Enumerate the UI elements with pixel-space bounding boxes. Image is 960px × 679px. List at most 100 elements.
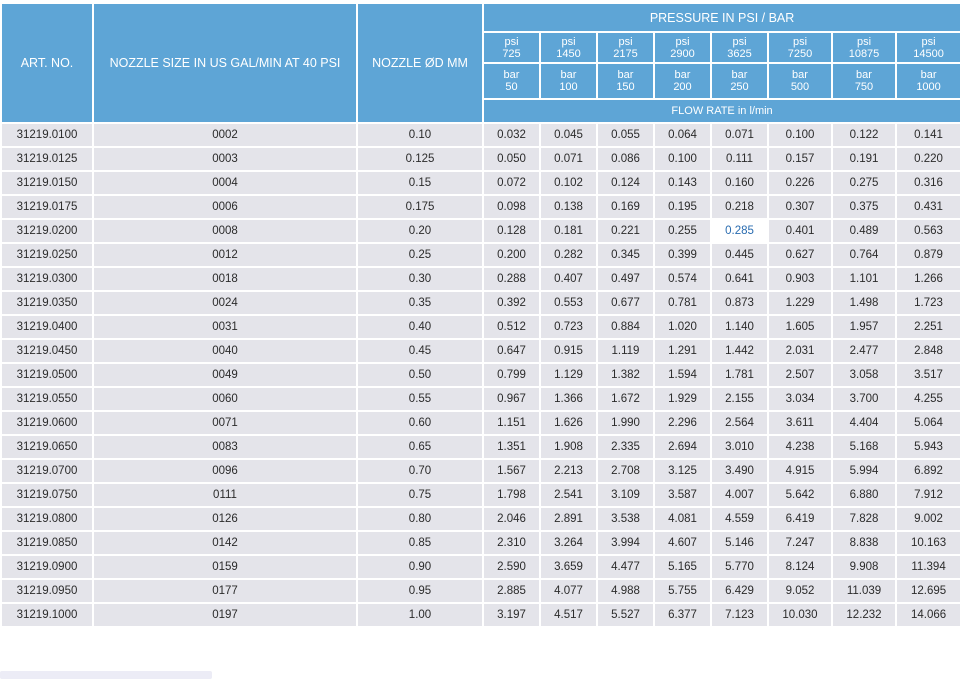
flow-rate-cell: 5.165 (655, 556, 710, 578)
art-no-cell: 31219.0900 (2, 556, 92, 578)
flow-rate-cell: 4.404 (833, 412, 895, 434)
psi-value: 10875 (848, 47, 880, 60)
art-no-cell: 31219.0650 (2, 436, 92, 458)
flow-rate-cell: 0.282 (541, 244, 596, 266)
header-psi-6: psi 10875 (833, 33, 895, 62)
nozzle-od-cell: 0.125 (358, 148, 482, 170)
flow-rate-cell: 0.191 (833, 148, 895, 170)
flow-rate-cell: 10.030 (769, 604, 831, 626)
flow-rate-cell: 0.873 (712, 292, 767, 314)
nozzle-size-cell: 0071 (94, 412, 356, 434)
nozzle-od-cell: 0.175 (358, 196, 482, 218)
flow-rate-cell: 0.195 (655, 196, 710, 218)
flow-rate-cell: 0.102 (541, 172, 596, 194)
flow-rate-cell: 3.109 (598, 484, 653, 506)
flow-rate-cell: 0.141 (897, 124, 960, 146)
flow-rate-cell: 0.098 (484, 196, 539, 218)
header-bar-7: bar 1000 (897, 64, 960, 98)
flow-rate-cell: 0.407 (541, 268, 596, 290)
flow-rate-cell: 3.538 (598, 508, 653, 530)
flow-rate-cell: 6.429 (712, 580, 767, 602)
header-bar-0: bar 50 (484, 64, 539, 98)
nozzle-size-cell: 0008 (94, 220, 356, 242)
nozzle-od-cell: 0.15 (358, 172, 482, 194)
art-no-cell: 31219.0400 (2, 316, 92, 338)
flow-rate-cell: 2.046 (484, 508, 539, 530)
flow-rate-cell: 0.226 (769, 172, 831, 194)
flow-rate-cell: 3.197 (484, 604, 539, 626)
flow-rate-cell: 1.140 (712, 316, 767, 338)
art-no-cell: 31219.0250 (2, 244, 92, 266)
header-psi-1: psi 1450 (541, 33, 596, 62)
psi-value: 2900 (670, 47, 695, 60)
art-no-cell: 31219.0550 (2, 388, 92, 410)
flow-rate-cell: 3.700 (833, 388, 895, 410)
nozzle-od-cell: 0.20 (358, 220, 482, 242)
flow-rate-cell: 4.077 (541, 580, 596, 602)
flow-rate-cell: 1.129 (541, 364, 596, 386)
nozzle-od-cell: 0.95 (358, 580, 482, 602)
flow-rate-cell: 3.010 (712, 436, 767, 458)
flow-rate-cell: 0.169 (598, 196, 653, 218)
nozzle-od-cell: 1.00 (358, 604, 482, 626)
flow-rate-table: ART. NO. NOZZLE SIZE IN US GAL/MIN AT 40… (0, 2, 960, 628)
flow-rate-cell: 12.695 (897, 580, 960, 602)
art-no-cell: 31219.0200 (2, 220, 92, 242)
nozzle-size-cell: 0040 (94, 340, 356, 362)
flow-rate-cell: 3.125 (655, 460, 710, 482)
flow-rate-cell: 1.101 (833, 268, 895, 290)
flow-rate-cell: 3.994 (598, 532, 653, 554)
art-no-cell: 31219.0850 (2, 532, 92, 554)
flow-rate-cell: 3.490 (712, 460, 767, 482)
flow-rate-cell: 0.307 (769, 196, 831, 218)
flow-rate-cell: 2.564 (712, 412, 767, 434)
flow-rate-cell: 7.828 (833, 508, 895, 530)
flow-rate-cell: 5.770 (712, 556, 767, 578)
flow-rate-cell: 4.915 (769, 460, 831, 482)
flow-rate-cell: 4.007 (712, 484, 767, 506)
flow-rate-cell: 1.020 (655, 316, 710, 338)
nozzle-size-cell: 0096 (94, 460, 356, 482)
nozzle-size-cell: 0002 (94, 124, 356, 146)
flow-rate-cell: 0.512 (484, 316, 539, 338)
flow-rate-cell: 8.838 (833, 532, 895, 554)
header-flow-rate: FLOW RATE in l/min (484, 100, 960, 122)
nozzle-size-cell: 0197 (94, 604, 356, 626)
flow-rate-cell: 0.111 (712, 148, 767, 170)
nozzle-size-cell: 0049 (94, 364, 356, 386)
flow-rate-cell: 4.559 (712, 508, 767, 530)
bar-value: 100 (559, 81, 578, 93)
nozzle-od-cell: 0.55 (358, 388, 482, 410)
flow-rate-cell: 0.255 (655, 220, 710, 242)
flow-rate-cell: 4.238 (769, 436, 831, 458)
table-row: 31219.0150 0004 0.15 0.072 0.102 0.124 0.143 0.… (2, 172, 960, 194)
nozzle-size-cell: 0126 (94, 508, 356, 530)
table-row: 31219.0900 0159 0.90 2.590 3.659 4.477 5.165 5.… (2, 556, 960, 578)
nozzle-od-cell: 0.45 (358, 340, 482, 362)
bar-unit: bar (731, 69, 748, 81)
art-no-cell: 31219.0950 (2, 580, 92, 602)
flow-rate-cell: 1.626 (541, 412, 596, 434)
bar-value: 500 (790, 81, 810, 93)
flow-rate-cell: 0.445 (712, 244, 767, 266)
nozzle-size-cell: 0003 (94, 148, 356, 170)
table-row: 31219.0700 0096 0.70 1.567 2.213 2.708 3.125 3.… (2, 460, 960, 482)
table-header: ART. NO. NOZZLE SIZE IN US GAL/MIN AT 40… (2, 4, 960, 122)
header-art-no: ART. NO. (2, 4, 92, 122)
table-row: 31219.0650 0083 0.65 1.351 1.908 2.335 2.694 3.… (2, 436, 960, 458)
horizontal-scrollbar[interactable] (0, 671, 212, 679)
flow-rate-cell: 0.100 (655, 148, 710, 170)
flow-rate-cell: 0.627 (769, 244, 831, 266)
flow-rate-cell: 0.138 (541, 196, 596, 218)
table-row: 31219.0750 0111 0.75 1.798 2.541 3.109 3.587 4.… (2, 484, 960, 506)
flow-rate-cell: 2.590 (484, 556, 539, 578)
psi-value: 7250 (787, 47, 813, 60)
bar-value: 750 (854, 81, 874, 93)
art-no-cell: 31219.0100 (2, 124, 92, 146)
art-no-cell: 31219.0450 (2, 340, 92, 362)
flow-rate-cell: 0.288 (484, 268, 539, 290)
header-bar-4: bar 250 (712, 64, 767, 98)
flow-rate-cell: 9.052 (769, 580, 831, 602)
art-no-cell: 31219.0600 (2, 412, 92, 434)
flow-rate-cell: 5.755 (655, 580, 710, 602)
